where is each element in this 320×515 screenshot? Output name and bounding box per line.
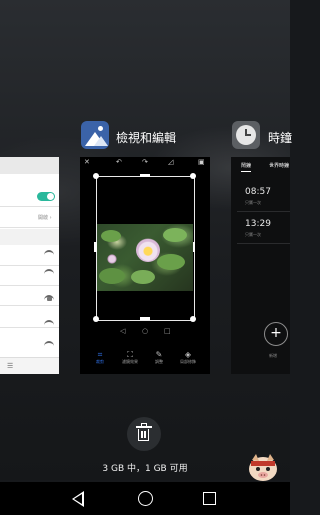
recent-apps-icon: □ <box>164 327 171 335</box>
wifi-row[interactable] <box>0 245 59 266</box>
settings-header <box>0 157 59 174</box>
gallery-icon[interactable] <box>81 121 109 149</box>
close-icon[interactable]: ✕ <box>84 159 90 166</box>
undo-icon[interactable]: ↶ <box>116 159 122 166</box>
redo-icon[interactable]: ↷ <box>142 159 148 166</box>
crop-handle[interactable] <box>190 316 196 322</box>
alarm-time: 13:29 <box>245 219 271 229</box>
add-alarm-label: 新增 <box>269 353 277 358</box>
settings-value: 開啟 › <box>38 215 52 221</box>
back-icon: ◁ <box>120 327 126 335</box>
alarm-repeat: 只響一次 <box>245 200 261 205</box>
crop-handle[interactable] <box>93 316 99 322</box>
toggle-switch[interactable] <box>37 192 55 201</box>
settings-bottom-bar: ☰ <box>0 357 59 374</box>
tool-filter[interactable]: ⛶ 濾鏡效果 <box>119 350 141 365</box>
home-icon[interactable] <box>138 491 153 506</box>
recent-card-settings[interactable]: 開啟 › ☰ <box>0 157 59 374</box>
tool-eraser[interactable]: ◈ 局部修飾 <box>177 350 199 365</box>
settings-section <box>0 229 59 245</box>
mascot-watermark <box>249 454 277 481</box>
editor-tool-bar: ⌗ 裁剪 ⛶ 濾鏡效果 ✎ 調整 ◈ 局部修飾 <box>80 346 210 374</box>
alarm-time: 08:57 <box>245 187 271 197</box>
trash-icon <box>138 429 149 441</box>
app-title-right: 時鐘 <box>268 131 293 145</box>
filter-icon: ⛶ <box>127 350 133 359</box>
alarm-repeat: 只響一次 <box>245 232 261 237</box>
adjust-icon: ✎ <box>155 350 163 359</box>
wifi-row[interactable] <box>0 265 59 286</box>
wifi-row[interactable] <box>0 285 59 306</box>
save-icon[interactable]: ▣ <box>198 159 205 166</box>
home-icon: ○ <box>142 327 149 335</box>
clear-all-button[interactable] <box>127 417 161 451</box>
navigation-bar <box>0 482 290 515</box>
crop-icon: ⌗ <box>97 350 103 359</box>
add-alarm-button[interactable]: + <box>264 322 288 346</box>
editor-toolbar: ✕ ↶ ↷ ◿ ▣ <box>80 157 210 169</box>
recent-card-clock[interactable]: 鬧鐘 世界時鐘 08:57 只響一次 13:29 只響一次 + 新增 <box>231 157 290 374</box>
photo-preview <box>97 224 193 291</box>
eraser-icon: ◈ <box>184 350 192 359</box>
water-lily <box>107 254 117 264</box>
tab-world-clock[interactable]: 世界時鐘 <box>269 162 289 169</box>
tool-crop[interactable]: ⌗ 裁剪 <box>89 350 111 365</box>
clock-icon[interactable] <box>232 121 260 149</box>
menu-icon[interactable]: ☰ <box>7 362 13 370</box>
crop-handle[interactable] <box>190 173 196 179</box>
crop-handle[interactable] <box>140 317 150 320</box>
editor-nav-row: ◁ ○ □ <box>80 327 210 337</box>
recent-apps-icon[interactable] <box>203 492 216 505</box>
crop-handle[interactable] <box>93 173 99 179</box>
wifi-icon <box>44 341 54 349</box>
water-lily <box>136 238 160 262</box>
app-title-center: 檢視和編輯 <box>116 131 177 145</box>
tab-alarm[interactable]: 鬧鐘 <box>241 162 252 172</box>
wifi-row[interactable] <box>0 307 59 328</box>
back-icon[interactable] <box>72 491 84 507</box>
crop-handle[interactable] <box>140 174 150 177</box>
tool-adjust[interactable]: ✎ 調整 <box>148 350 170 365</box>
compare-icon[interactable]: ◿ <box>168 159 173 166</box>
